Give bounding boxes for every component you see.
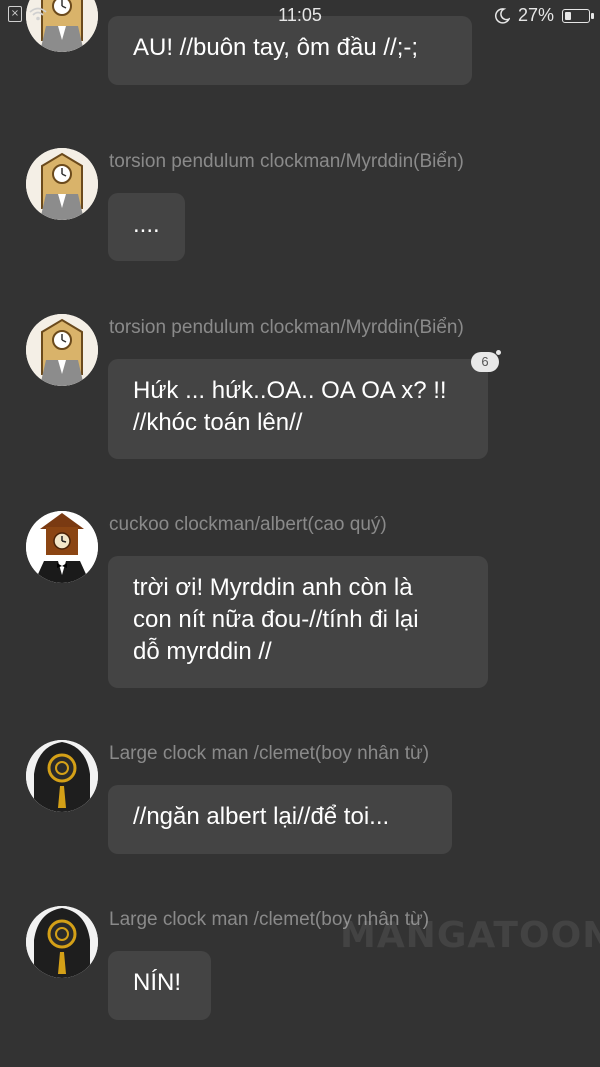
message-line: trời ơi! Myrddin anh còn là [133, 574, 413, 601]
chat-message: Large clock man /clemet(boy nhân từ) //n… [0, 740, 600, 860]
sender-name: Large clock man /clemet(boy nhân từ) [109, 743, 430, 764]
battery-fill [565, 11, 571, 20]
battery-icon [562, 8, 594, 23]
battery-percent: 27% [517, 5, 554, 25]
sender-avatar[interactable] [26, 511, 98, 583]
message-bubble[interactable]: .... [108, 193, 185, 261]
sender-avatar[interactable] [26, 740, 98, 812]
large-clock-icon [26, 740, 98, 812]
pendulum-clock-icon [26, 148, 98, 220]
sender-avatar[interactable] [26, 314, 98, 386]
cuckoo-clock-icon [26, 511, 98, 583]
sender-avatar[interactable] [26, 148, 98, 220]
message-bubble[interactable]: NÍN! [108, 951, 211, 1020]
message-line: //khóc toán lên// [133, 409, 303, 436]
watermark-logo: MANGATOON [340, 915, 600, 956]
message-line: dỗ myrddin // [133, 638, 272, 665]
chat-message: torsion pendulum clockman/Myrddin(Biển) … [0, 314, 600, 464]
message-line: Hứk ... hứk..OA.. OA OA x? !! [133, 377, 447, 404]
reply-count-badge[interactable]: 6 [471, 350, 501, 372]
sender-name: torsion pendulum clockman/Myrddin(Biển) [109, 317, 464, 338]
message-bubble[interactable]: //ngăn albert lại//để toi... [108, 785, 452, 854]
chat-message: cuckoo clockman/albert(cao quý) trời ơi!… [0, 511, 600, 691]
message-line: NÍN! [133, 969, 181, 996]
status-right: 27% [494, 5, 594, 26]
chat-message: torsion pendulum clockman/Myrddin(Biển) … [0, 148, 600, 268]
message-bubble[interactable]: Hứk ... hứk..OA.. OA OA x? !! //khóc toá… [108, 359, 488, 459]
pendulum-clock-icon [26, 314, 98, 386]
sender-name: torsion pendulum clockman/Myrddin(Biển) [109, 151, 464, 172]
moon-icon [494, 7, 510, 24]
sender-avatar[interactable] [26, 906, 98, 978]
message-bubble[interactable]: trời ơi! Myrddin anh còn là con nít nữa … [108, 556, 488, 688]
message-line: AU! //buôn tay, ôm đầu //;-; [133, 34, 419, 61]
large-clock-icon [26, 906, 98, 978]
status-bar: × 11:05 27% [0, 0, 600, 30]
sender-name: cuckoo clockman/albert(cao quý) [109, 514, 387, 535]
message-line: .... [133, 211, 160, 238]
message-line: con nít nữa đou-//tính đi lại [133, 606, 419, 633]
message-line: //ngăn albert lại//để toi... [133, 803, 390, 830]
